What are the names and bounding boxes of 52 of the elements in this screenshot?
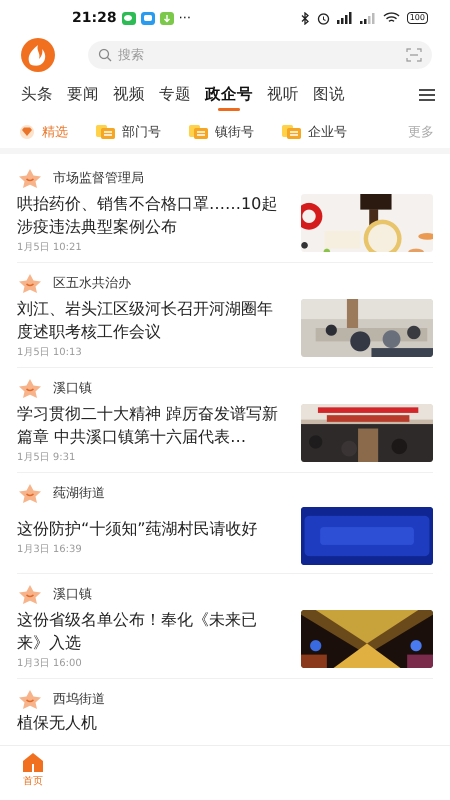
wifi-icon	[382, 12, 400, 24]
article-title[interactable]: 这份防护“十须知”莼湖村民请收好	[17, 516, 287, 540]
star-icon	[17, 483, 43, 503]
star-icon	[17, 273, 43, 293]
article-title[interactable]: 刘江、岩头江区级河长召开河湖圈年度述职考核工作会议	[17, 297, 287, 343]
sub-tab[interactable]: 部门号	[94, 123, 161, 141]
chat-icon	[122, 12, 136, 24]
clock: 21:28	[72, 10, 117, 26]
article-title[interactable]: 学习贯彻二十大精神 踔厉奋发谱写新篇章 中共溪口镇第十六届代表…	[17, 402, 287, 448]
channel-tab[interactable]: 图说	[309, 80, 349, 110]
article-title[interactable]: 植保无人机	[17, 711, 433, 734]
channel-tab[interactable]: 视频	[109, 80, 149, 110]
menu-icon[interactable]	[418, 88, 436, 102]
star-icon	[17, 378, 43, 398]
channel-tab[interactable]: 头条	[17, 80, 57, 110]
source-name[interactable]: 区五水共治办	[53, 274, 131, 292]
channel-tab[interactable]: 视听	[263, 80, 303, 110]
source-name[interactable]: 莼湖街道	[53, 484, 105, 502]
signal-icon	[336, 12, 353, 24]
source-name[interactable]: 市场监督管理局	[53, 169, 144, 187]
star-icon	[17, 584, 43, 604]
channel-tab[interactable]: 要闻	[63, 80, 103, 110]
logo-icon[interactable]	[18, 38, 58, 72]
channel-tab[interactable]: 政企号	[201, 80, 257, 110]
more-notifications: ···	[178, 10, 191, 26]
signal-icon	[360, 12, 376, 24]
publish-time: 1月5日 10:13	[17, 346, 83, 359]
home-icon	[22, 752, 44, 772]
alarm-icon	[316, 12, 330, 24]
account-icon	[187, 124, 209, 140]
download-icon	[160, 12, 174, 24]
publish-time: 1月3日 16:00	[17, 657, 83, 670]
publish-time: 1月5日 10:21	[17, 241, 83, 254]
article-title[interactable]: 这份省级名单公布！奉化《未来已来》入选	[17, 608, 287, 654]
account-icon	[280, 124, 302, 140]
bluetooth-icon	[300, 12, 310, 24]
account-icon	[94, 124, 116, 140]
star-icon	[17, 168, 43, 188]
search-icon	[98, 48, 112, 62]
star-icon	[17, 689, 43, 709]
sub-tab[interactable]: 企业号	[280, 123, 347, 141]
channel-tab[interactable]: 专题	[155, 80, 195, 110]
publish-time: 1月3日 16:39	[17, 542, 83, 556]
source-name[interactable]: 西坞街道	[53, 690, 105, 708]
sub-tab[interactable]: 镇街号	[187, 123, 254, 141]
source-name[interactable]: 溪口镇	[53, 585, 92, 603]
battery-indicator: 100	[406, 12, 428, 24]
scan-icon[interactable]	[406, 48, 422, 62]
article-title[interactable]: 哄抬药价、销售不合格口罩……10起涉疫违法典型案例公布	[17, 192, 287, 238]
source-name[interactable]: 溪口镇	[53, 379, 92, 397]
publish-time: 1月5日 9:31	[17, 451, 76, 464]
message-icon	[140, 12, 155, 24]
